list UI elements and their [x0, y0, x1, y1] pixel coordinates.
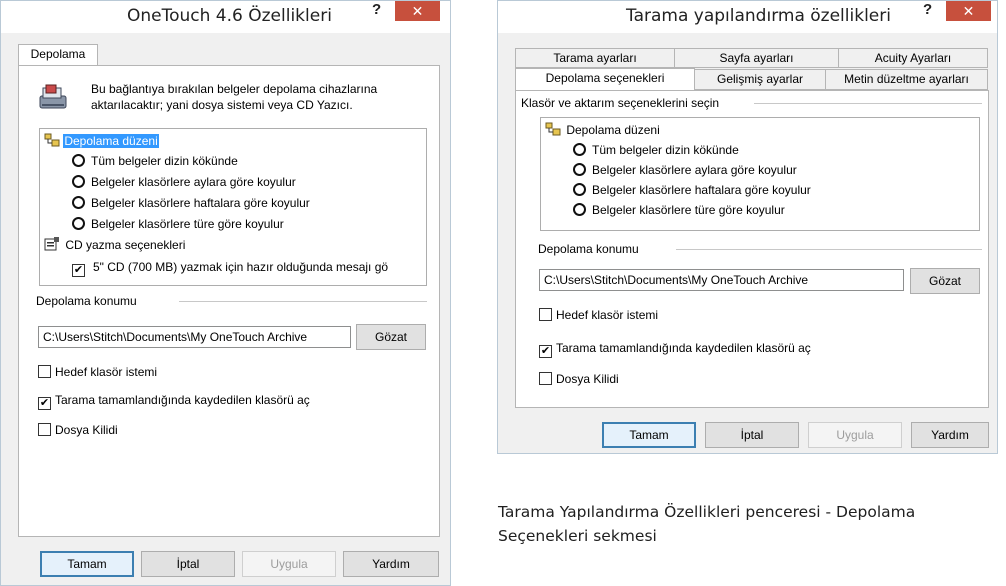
checkbox-checked-icon[interactable]: ✔ — [38, 397, 51, 410]
storage-path-input[interactable]: C:\Users\Stitch\Documents\My OneTouch Ar… — [539, 269, 904, 291]
tab-scan-settings[interactable]: Tarama ayarları — [515, 48, 675, 68]
option-label: Belgeler klasörlere türe göre koyulur — [592, 203, 785, 217]
tree-group-cd-options[interactable]: CD yazma seçenekleri — [44, 237, 185, 253]
radio-icon[interactable] — [72, 154, 85, 167]
layout-option-month[interactable]: Belgeler klasörlere aylara göre koyulur — [72, 174, 296, 190]
layout-option-month[interactable]: Belgeler klasörlere aylara göre koyulur — [573, 162, 797, 178]
cd-ready-option[interactable]: ✔ 5" CD (700 MB) yazmak için hazır olduğu… — [72, 259, 388, 277]
radio-icon[interactable] — [72, 196, 85, 209]
target-folder-checkbox[interactable]: Hedef klasör istemi — [539, 307, 658, 323]
tab-storage-options[interactable]: Depolama seçenekleri — [515, 68, 695, 91]
apply-button[interactable]: Uygula — [242, 551, 336, 577]
help-button[interactable]: Yardım — [911, 422, 989, 448]
open-folder-checkbox[interactable]: ✔ Tarama tamamlandığında kaydedilen klasö… — [38, 392, 310, 410]
title-bar: OneTouch 4.6 Özellikleri ? ✕ — [1, 1, 450, 33]
tab-advanced-settings[interactable]: Gelişmiş ayarlar — [694, 69, 826, 90]
separator — [676, 249, 982, 250]
tab-panel-depolama: Bu bağlantıya bırakılan belgeler depolam… — [18, 65, 440, 537]
target-folder-checkbox[interactable]: Hedef klasör istemi — [38, 364, 157, 380]
tree-group-label: Depolama düzeni — [566, 123, 660, 137]
checkbox-label: Dosya Kilidi — [556, 372, 619, 386]
separator — [179, 301, 427, 302]
option-label: Belgeler klasörlere türe göre koyulur — [91, 217, 284, 231]
layout-option-type[interactable]: Belgeler klasörlere türe göre koyulur — [72, 216, 284, 232]
open-folder-checkbox[interactable]: ✔ Tarama tamamlandığında kaydedilen klasö… — [539, 340, 811, 358]
window-title: OneTouch 4.6 Özellikleri — [127, 6, 332, 26]
option-label: Belgeler klasörlere haftalara göre koyul… — [91, 196, 310, 210]
onetouch-properties-window: OneTouch 4.6 Özellikleri ? ✕ Depolama Bu… — [0, 0, 451, 586]
tab-acuity-settings[interactable]: Acuity Ayarları — [838, 48, 988, 68]
storage-tree[interactable]: Depolama düzeni Tüm belgeler dizin kökün… — [39, 128, 427, 286]
browse-button[interactable]: Gözat — [356, 324, 426, 350]
storage-location-label: Depolama konumu — [36, 294, 137, 308]
tree-group-label: Depolama düzeni — [63, 134, 159, 148]
storage-tree[interactable]: Depolama düzeni Tüm belgeler dizin kökün… — [540, 117, 980, 231]
browse-button[interactable]: Gözat — [910, 268, 980, 294]
scan-config-properties-window: Tarama yapılandırma özellikleri ? ✕ Tara… — [497, 0, 998, 454]
close-button[interactable]: ✕ — [395, 1, 440, 21]
option-label: Belgeler klasörlere haftalara göre koyul… — [592, 183, 811, 197]
layout-option-root[interactable]: Tüm belgeler dizin kökünde — [72, 153, 238, 169]
close-button[interactable]: ✕ — [946, 1, 991, 21]
caption-line-1: Tarama Yapılandırma Özellikleri penceres… — [498, 503, 916, 521]
option-label: 5" CD (700 MB) yazmak için hazır olduğun… — [93, 260, 389, 274]
checkbox-label: Tarama tamamlandığında kaydedilen klasör… — [55, 393, 310, 407]
checkbox-checked-icon[interactable]: ✔ — [72, 264, 85, 277]
storage-location-label: Depolama konumu — [538, 242, 639, 256]
checkbox-icon[interactable] — [539, 372, 552, 385]
group-label: Klasör ve aktarım seçeneklerini seçin — [521, 96, 720, 110]
window-title: Tarama yapılandırma özellikleri — [626, 6, 891, 26]
cd-settings-icon — [44, 237, 60, 251]
radio-icon[interactable] — [573, 203, 586, 216]
option-label: Belgeler klasörlere aylara göre koyulur — [592, 163, 797, 177]
file-lock-checkbox[interactable]: Dosya Kilidi — [38, 422, 118, 438]
radio-icon[interactable] — [573, 183, 586, 196]
tab-depolama[interactable]: Depolama — [18, 44, 98, 66]
radio-icon[interactable] — [72, 175, 85, 188]
storage-path-input[interactable]: C:\Users\Stitch\Documents\My OneTouch Ar… — [38, 326, 351, 348]
cancel-button[interactable]: İptal — [705, 422, 799, 448]
separator — [754, 103, 982, 104]
caption-line-2: Seçenekleri sekmesi — [498, 527, 657, 545]
cancel-button[interactable]: İptal — [141, 551, 235, 577]
tree-group-label: CD yazma seçenekleri — [65, 238, 186, 252]
radio-icon[interactable] — [573, 163, 586, 176]
tab-page-settings[interactable]: Sayfa ayarları — [674, 48, 839, 68]
ok-button[interactable]: Tamam — [602, 422, 696, 448]
storage-device-icon — [37, 82, 69, 114]
help-button[interactable]: Yardım — [343, 551, 439, 577]
folder-tree-icon — [44, 133, 60, 147]
option-label: Tüm belgeler dizin kökünde — [91, 154, 238, 168]
layout-option-week[interactable]: Belgeler klasörlere haftalara göre koyul… — [72, 195, 310, 211]
checkbox-checked-icon[interactable]: ✔ — [539, 345, 552, 358]
tree-group-storage-layout[interactable]: Depolama düzeni — [545, 122, 660, 138]
apply-button[interactable]: Uygula — [808, 422, 902, 448]
checkbox-label: Hedef klasör istemi — [556, 308, 659, 322]
help-icon[interactable]: ? — [923, 1, 932, 18]
title-bar: Tarama yapılandırma özellikleri ? ✕ — [498, 1, 997, 33]
option-label: Tüm belgeler dizin kökünde — [592, 143, 739, 157]
checkbox-icon[interactable] — [539, 308, 552, 321]
intro-text: Bu bağlantıya bırakılan belgeler depolam… — [91, 82, 378, 112]
tab-text-correction[interactable]: Metin düzeltme ayarları — [825, 69, 988, 90]
folder-tree-icon — [545, 122, 561, 136]
checkbox-label: Hedef klasör istemi — [55, 365, 158, 379]
figure-caption: Tarama Yapılandırma Özellikleri penceres… — [498, 500, 915, 548]
checkbox-icon[interactable] — [38, 423, 51, 436]
tree-group-storage-layout[interactable]: Depolama düzeni — [44, 133, 159, 149]
layout-option-week[interactable]: Belgeler klasörlere haftalara göre koyul… — [573, 182, 811, 198]
checkbox-label: Tarama tamamlandığında kaydedilen klasör… — [556, 341, 811, 355]
checkbox-icon[interactable] — [38, 365, 51, 378]
tab-panel-storage-options: Klasör ve aktarım seçeneklerini seçin De… — [515, 90, 989, 408]
layout-option-type[interactable]: Belgeler klasörlere türe göre koyulur — [573, 202, 785, 218]
checkbox-label: Dosya Kilidi — [55, 423, 118, 437]
option-label: Belgeler klasörlere aylara göre koyulur — [91, 175, 296, 189]
radio-icon[interactable] — [573, 143, 586, 156]
help-icon[interactable]: ? — [372, 1, 381, 18]
layout-option-root[interactable]: Tüm belgeler dizin kökünde — [573, 142, 739, 158]
ok-button[interactable]: Tamam — [40, 551, 134, 577]
file-lock-checkbox[interactable]: Dosya Kilidi — [539, 371, 619, 387]
radio-icon[interactable] — [72, 217, 85, 230]
